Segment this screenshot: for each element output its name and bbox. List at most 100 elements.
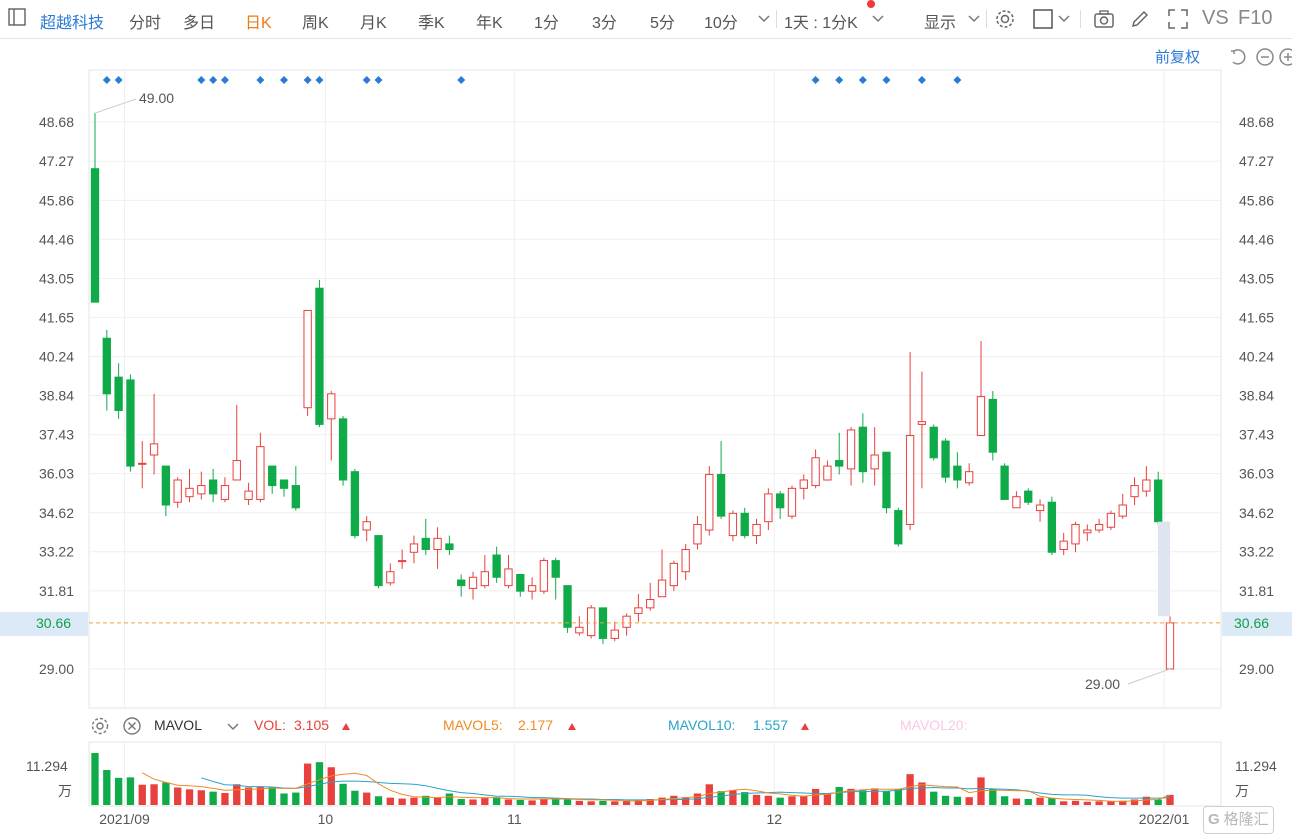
candle [551,557,560,600]
candle-body [1071,523,1080,545]
indicator-name[interactable]: MAVOL [154,717,202,733]
candle-body [208,479,218,495]
stock-name[interactable]: 超越科技 [40,9,104,33]
candle [811,449,820,489]
undo-icon[interactable] [1228,47,1248,67]
candle [197,471,206,500]
date-label: 12 [766,811,782,827]
period-tab-monthly[interactable]: 月K [360,9,387,33]
current-price-left-label: 30.66 [0,612,88,636]
f10-button[interactable]: F10 [1238,7,1272,30]
chevron-down-icon[interactable] [1056,10,1072,26]
candle-body [811,457,820,487]
volume-bar [989,788,997,805]
close-icon[interactable] [122,716,142,736]
mavol20-label: MAVOL20: [900,717,968,733]
price-tick-right: 29.00 [1239,661,1274,677]
candle [291,466,300,511]
period-tab-yearly[interactable]: 年K [476,9,503,33]
volume-bar [268,787,276,805]
candle [681,543,690,581]
candle-body [327,393,336,420]
volume-bar [256,787,265,805]
interval-select[interactable]: 1天 : 1分K [784,9,858,33]
candle-body [988,398,997,453]
volume-bar [599,800,607,805]
candle [563,585,572,633]
candle-body [740,512,749,537]
candle-body [1047,501,1057,553]
candle [350,468,360,539]
candle [1130,477,1139,506]
period-tab-5min[interactable]: 5分 [650,9,675,33]
sidebar-toggle-icon[interactable] [8,8,26,26]
event-marker-icon [374,76,383,84]
candle-body [598,607,608,639]
volume-bar [433,797,442,805]
candle-body [386,571,395,584]
volume-bar [162,782,170,805]
price-tick-left: 34.62 [39,505,74,521]
volume-bar [622,800,631,805]
candle-body [905,435,915,525]
period-tab-minute[interactable]: 分时 [129,9,161,33]
period-tab-10min[interactable]: 10分 [704,9,738,33]
gear-icon[interactable] [90,716,110,736]
candle [823,460,832,481]
square-draw-icon[interactable] [1032,8,1054,30]
chevron-down-icon[interactable] [226,720,240,734]
candle [138,441,147,489]
candle [586,605,596,639]
fullscreen-icon[interactable] [1167,8,1189,30]
volume-bar [492,797,501,805]
volume-bar [800,796,808,805]
period-tab-quarterly[interactable]: 季K [418,9,445,33]
candle [1047,496,1057,556]
chevron-down-icon[interactable] [870,10,886,26]
camera-icon[interactable] [1093,8,1115,30]
period-tab-1min[interactable]: 1分 [534,9,559,33]
chevron-down-icon[interactable] [756,10,772,26]
current-price-right-text: 30.66 [1234,615,1270,631]
candle [1106,510,1116,531]
adjust-mode-label[interactable]: 前复权 [1155,46,1200,67]
candle-body [374,535,383,587]
candle-body [244,490,253,500]
candle-body [787,487,797,517]
volume-bar [823,793,832,805]
candle [728,510,738,542]
candle-body [268,465,277,487]
candle [527,577,537,600]
volume-bar [303,763,312,805]
volume-bar [977,777,985,805]
zoom-out-icon[interactable] [1255,47,1275,67]
gear-icon[interactable] [994,8,1016,30]
volume-bar [150,784,158,805]
volume-bar [1154,799,1162,805]
chevron-down-icon[interactable] [966,10,982,26]
candle [220,477,230,503]
period-tab-daily[interactable]: 日K [245,9,272,33]
display-menu[interactable]: 显示 [924,9,956,33]
candlestick-chart[interactable]: 48.68 48.68 47.27 47.27 45.86 45.86 44.46 44.46… [0,0,1292,836]
period-tab-weekly[interactable]: 周K [302,9,329,33]
price-overlay [89,98,1221,685]
volume-bar [693,793,702,805]
candle-body [102,337,111,395]
volume-bar [528,800,536,805]
event-marker-icon [858,76,867,84]
vs-compare-button[interactable]: VS [1202,7,1229,30]
volume-bar [953,796,962,805]
period-tab-3min[interactable]: 3分 [592,9,617,33]
zoom-in-icon[interactable] [1278,47,1292,67]
price-tick-left: 45.86 [39,192,74,208]
candle-body [480,571,489,587]
candle-body [634,607,643,614]
volume-bar [516,799,524,805]
period-tab-multiday[interactable]: 多日 [183,9,215,33]
volume-bar [1142,796,1151,805]
toolbar: 超越科技 分时 多日 日K 周K 月K 季K 年K 1分 3分 5分 10分 1… [0,0,1292,39]
date-axis-labels: 2021/09 10 11 12 2022/01 [99,811,1189,827]
pencil-icon[interactable] [1129,8,1151,30]
candle-body [421,537,430,550]
